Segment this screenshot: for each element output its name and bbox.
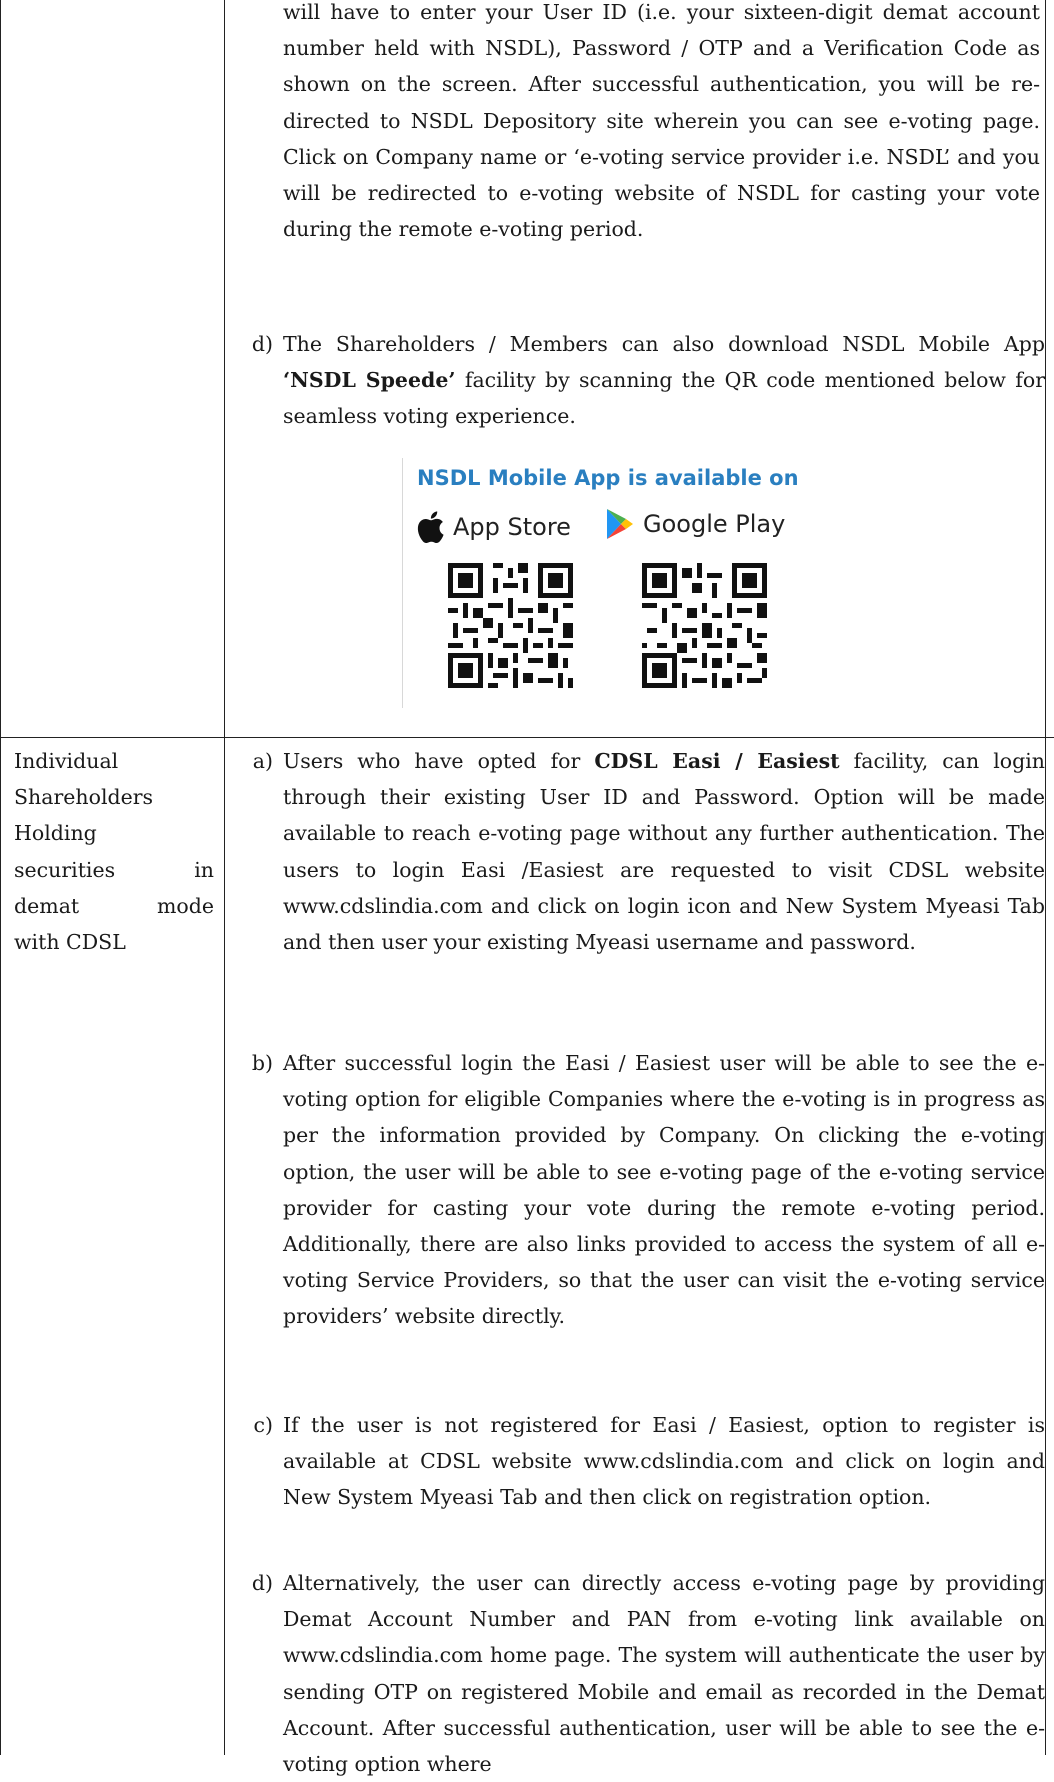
cdsl-item-b: b) After successful login the Easi / Eas…: [225, 1045, 1045, 1335]
cdsl-holder-category-label: Individual Shareholders Holding securiti…: [14, 743, 214, 960]
google-play-label: Google Play: [643, 510, 786, 538]
category-line: demat mode: [14, 893, 214, 918]
app-availability-title: NSDL Mobile App is available on: [417, 466, 799, 490]
nsdl-login-paragraph: will have to enter your User ID (i.e. yo…: [283, 0, 1040, 247]
list-marker: b): [251, 1051, 273, 1075]
apple-icon: [417, 511, 444, 544]
google-play-badge[interactable]: Google Play: [605, 508, 785, 540]
list-marker: d): [251, 332, 273, 356]
list-item-text: Users who have opted for CDSL Easi / Eas…: [283, 743, 1045, 960]
list-marker: a): [252, 749, 273, 773]
table-right-border: [1045, 0, 1046, 1755]
list-item-text: If the user is not registered for Easi /…: [283, 1413, 1045, 1510]
nsdl-login-text: will have to enter your User ID (i.e. yo…: [283, 0, 1040, 242]
text-segment: Users who have opted for: [283, 749, 595, 773]
list-item-text: After successful login the Easi / Easies…: [283, 1051, 1045, 1329]
cdsl-item-a: a) Users who have opted for CDSL Easi / …: [225, 743, 1045, 960]
cdsl-item-d: d) Alternatively, the user can directly …: [225, 1565, 1045, 1782]
table-row-divider: [0, 737, 1054, 738]
list-marker: c): [253, 1413, 273, 1437]
category-line: Shareholders: [14, 785, 154, 810]
google-play-qr-code[interactable]: [637, 558, 772, 693]
table-left-border: [0, 0, 1, 1755]
app-store-qr-code[interactable]: [443, 558, 578, 693]
category-line: Holding: [14, 821, 97, 846]
cdsl-item-c: c) If the user is not registered for Eas…: [225, 1407, 1045, 1516]
cdsl-easi-name: CDSL Easi / Easiest: [594, 749, 840, 773]
category-line: Individual: [14, 749, 119, 773]
nsdl-speede-name: ‘NSDL Speede’: [283, 368, 456, 393]
list-item-text: The Shareholders / Members can also down…: [283, 326, 1045, 435]
list-marker: d): [251, 1571, 273, 1595]
app-store-badge[interactable]: App Store: [415, 510, 571, 544]
app-store-label: App Store: [453, 513, 571, 541]
category-line: securities in: [14, 857, 214, 882]
text-segment: facility, can login through their existi…: [283, 749, 1046, 955]
google-play-icon: [607, 509, 633, 539]
list-item-text: Alternatively, the user can directly acc…: [283, 1571, 1045, 1777]
nsdl-app-qr-image: NSDL Mobile App is available on App Stor…: [402, 458, 833, 708]
text-segment: The Shareholders / Members can also down…: [283, 332, 1045, 356]
category-line: with CDSL: [14, 930, 126, 955]
nsdl-item-d: d) The Shareholders / Members can also d…: [225, 326, 1045, 435]
